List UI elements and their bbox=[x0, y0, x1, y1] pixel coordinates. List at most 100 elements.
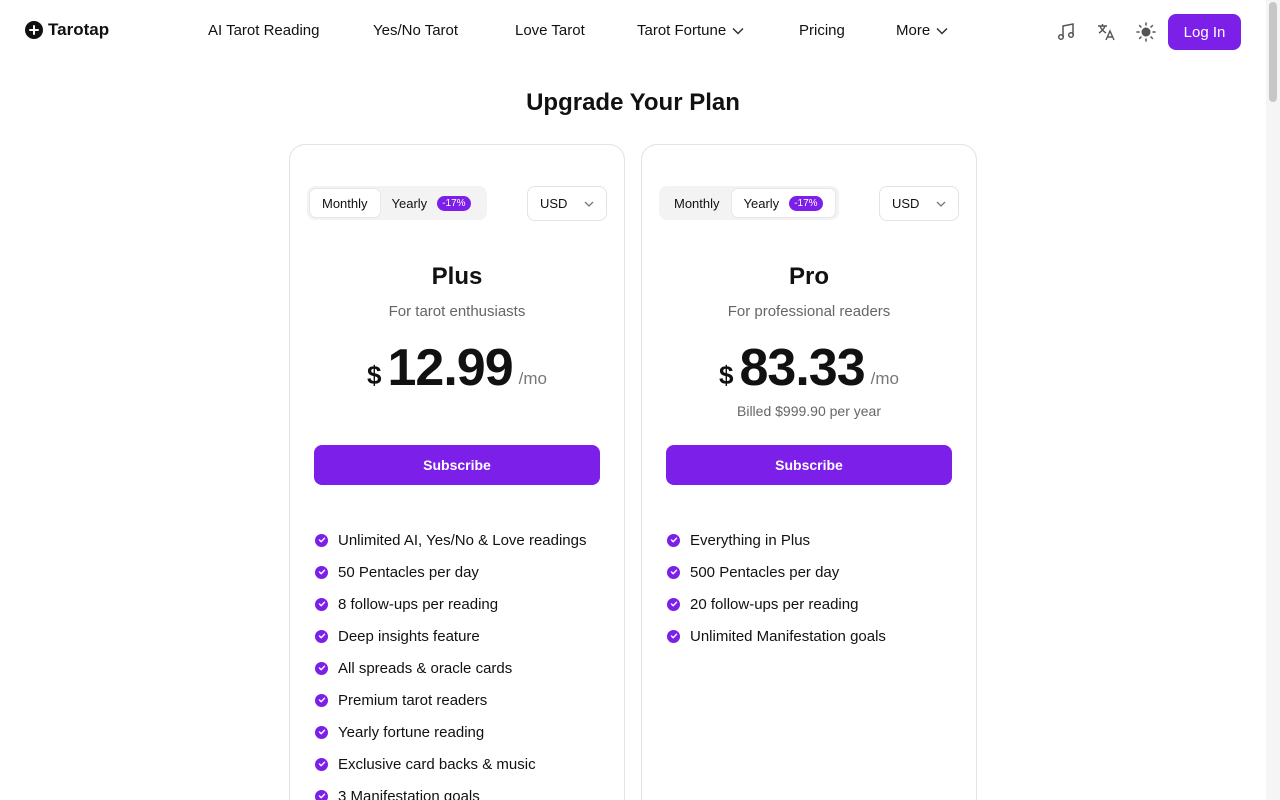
toggle-label: Yearly bbox=[391, 195, 428, 211]
nav-pricing[interactable]: Pricing bbox=[799, 22, 845, 39]
feature-text: Everything in Plus bbox=[690, 531, 811, 549]
subscribe-button[interactable]: Subscribe bbox=[666, 445, 952, 485]
feature-text: Exclusive card backs & music bbox=[338, 755, 536, 773]
page-title: Upgrade Your Plan bbox=[526, 89, 740, 116]
check-circle-icon bbox=[315, 789, 328, 800]
check-circle-icon bbox=[667, 565, 680, 579]
chevron-down-icon bbox=[936, 201, 946, 207]
nav-label: Pricing bbox=[799, 22, 845, 39]
check-circle-icon bbox=[667, 597, 680, 611]
feature-item: Deep insights feature bbox=[315, 620, 586, 652]
logo-plus-icon bbox=[25, 21, 43, 39]
discount-badge: -17% bbox=[789, 195, 823, 211]
toggle-yearly[interactable]: Yearly -17% bbox=[380, 189, 483, 217]
price-currency-symbol: $ bbox=[719, 360, 734, 390]
feature-item: 50 Pentacles per day bbox=[315, 556, 586, 588]
toggle-yearly[interactable]: Yearly -17% bbox=[731, 189, 835, 217]
price-row: $ 12.99 /mo bbox=[290, 339, 624, 397]
check-circle-icon bbox=[315, 629, 328, 643]
toggle-monthly[interactable]: Monthly bbox=[662, 189, 732, 217]
feature-item: All spreads & oracle cards bbox=[315, 652, 586, 684]
nav-label: AI Tarot Reading bbox=[208, 22, 320, 39]
scrollbar-thumb[interactable] bbox=[1269, 2, 1277, 102]
check-circle-icon bbox=[315, 725, 328, 739]
check-circle-icon bbox=[315, 533, 328, 547]
nav-yes-no-tarot[interactable]: Yes/No Tarot bbox=[373, 22, 458, 39]
discount-badge: -17% bbox=[437, 195, 471, 211]
check-circle-icon bbox=[315, 597, 328, 611]
toggle-label: Yearly bbox=[743, 195, 780, 211]
feature-item: Yearly fortune reading bbox=[315, 716, 586, 748]
billing-note: Billed $999.90 per year bbox=[737, 403, 881, 419]
feature-text: 50 Pentacles per day bbox=[338, 563, 479, 581]
chevron-down-icon bbox=[936, 27, 948, 35]
check-circle-icon bbox=[315, 693, 328, 707]
brand-logo[interactable]: Tarotap bbox=[25, 20, 109, 40]
feature-item: Everything in Plus bbox=[667, 524, 886, 556]
theme-sun-icon[interactable] bbox=[1134, 20, 1158, 44]
feature-text: Yearly fortune reading bbox=[338, 723, 485, 741]
price-amount: 83.33 bbox=[739, 339, 865, 397]
feature-text: All spreads & oracle cards bbox=[338, 659, 513, 677]
plan-subtitle: For professional readers bbox=[727, 303, 891, 320]
nav-label: Love Tarot bbox=[515, 22, 585, 39]
feature-item: 500 Pentacles per day bbox=[667, 556, 886, 588]
plan-subtitle: For tarot enthusiasts bbox=[388, 303, 526, 320]
translate-icon[interactable] bbox=[1094, 20, 1118, 44]
plan-card-pro: Monthly Yearly -17% USD Pro For professi… bbox=[641, 144, 977, 800]
nav-tarot-fortune[interactable]: Tarot Fortune bbox=[637, 22, 744, 39]
subscribe-button[interactable]: Subscribe bbox=[314, 445, 600, 485]
price-currency-symbol: $ bbox=[367, 360, 382, 390]
chevron-down-icon bbox=[584, 201, 594, 207]
login-button[interactable]: Log In bbox=[1168, 14, 1241, 50]
feature-text: Unlimited Manifestation goals bbox=[690, 627, 886, 645]
currency-select[interactable]: USD bbox=[527, 186, 607, 221]
nav-ai-tarot-reading[interactable]: AI Tarot Reading bbox=[208, 22, 319, 39]
feature-text: 20 follow-ups per reading bbox=[690, 595, 859, 613]
feature-item: Unlimited Manifestation goals bbox=[667, 620, 886, 652]
feature-text: 3 Manifestation goals bbox=[338, 787, 480, 800]
feature-text: 8 follow-ups per reading bbox=[338, 595, 499, 613]
price-row: $ 83.33 /mo bbox=[642, 339, 976, 397]
feature-item: Exclusive card backs & music bbox=[315, 748, 586, 780]
check-circle-icon bbox=[315, 565, 328, 579]
price-unit: /mo bbox=[518, 369, 547, 388]
currency-select[interactable]: USD bbox=[879, 186, 959, 221]
feature-item: 8 follow-ups per reading bbox=[315, 588, 586, 620]
feature-item: 20 follow-ups per reading bbox=[667, 588, 886, 620]
toggle-label: Monthly bbox=[674, 195, 720, 211]
toggle-label: Monthly bbox=[322, 195, 368, 211]
music-icon[interactable] bbox=[1054, 20, 1078, 44]
plan-name: Pro bbox=[788, 263, 829, 290]
feature-text: Deep insights feature bbox=[338, 627, 480, 645]
brand-name: Tarotap bbox=[48, 20, 110, 39]
check-circle-icon bbox=[315, 757, 328, 771]
plan-name: Plus bbox=[431, 263, 483, 290]
toggle-monthly[interactable]: Monthly bbox=[310, 189, 380, 217]
feature-list: Unlimited AI, Yes/No & Love readings 50 P… bbox=[315, 524, 586, 800]
chevron-down-icon bbox=[732, 27, 744, 35]
page-scrollbar[interactable] bbox=[1266, 0, 1280, 800]
nav-label: More bbox=[896, 22, 931, 39]
price-unit: /mo bbox=[870, 369, 899, 388]
nav-label: Tarot Fortune bbox=[637, 22, 727, 39]
check-circle-icon bbox=[667, 533, 680, 547]
nav-love-tarot[interactable]: Love Tarot bbox=[515, 22, 585, 39]
feature-item: 3 Manifestation goals bbox=[315, 780, 586, 800]
feature-list: Everything in Plus 500 Pentacles per day 2… bbox=[667, 524, 886, 652]
billing-period-toggle: Monthly Yearly -17% bbox=[307, 186, 487, 220]
currency-value: USD bbox=[540, 196, 568, 211]
top-nav-bar: Tarotap AI Tarot Reading Yes/No Tarot Lo… bbox=[0, 0, 1266, 64]
nav-more[interactable]: More bbox=[896, 22, 948, 39]
feature-text: Premium tarot readers bbox=[338, 691, 488, 709]
plan-card-plus: Monthly Yearly -17% USD Plus For tarot e… bbox=[289, 144, 625, 800]
billing-period-toggle: Monthly Yearly -17% bbox=[659, 186, 839, 220]
feature-text: 500 Pentacles per day bbox=[690, 563, 840, 581]
feature-text: Unlimited AI, Yes/No & Love readings bbox=[338, 531, 587, 549]
currency-value: USD bbox=[892, 196, 920, 211]
feature-item: Unlimited AI, Yes/No & Love readings bbox=[315, 524, 586, 556]
feature-item: Premium tarot readers bbox=[315, 684, 586, 716]
check-circle-icon bbox=[667, 629, 680, 643]
price-amount: 12.99 bbox=[387, 339, 513, 397]
nav-label: Yes/No Tarot bbox=[373, 22, 459, 39]
